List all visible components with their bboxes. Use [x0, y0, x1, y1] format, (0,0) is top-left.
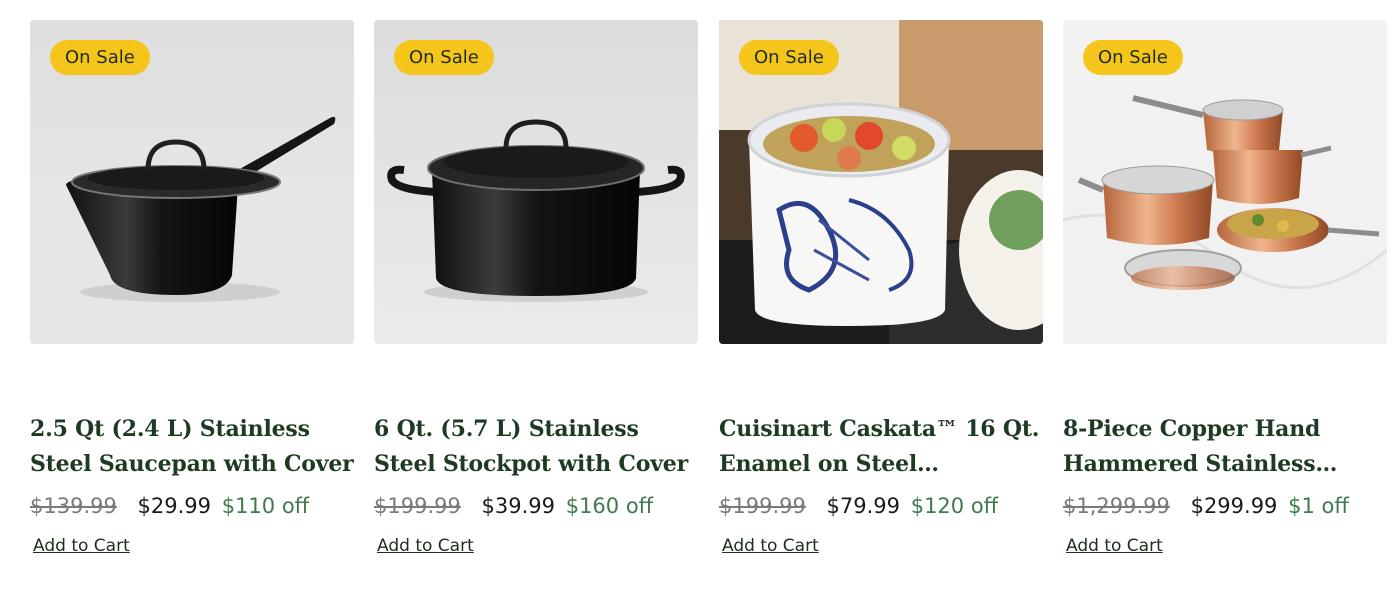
add-to-cart-button[interactable]: Add to Cart: [722, 536, 819, 556]
original-price: $199.99: [719, 494, 806, 518]
on-sale-badge: On Sale: [394, 40, 494, 75]
discount-amount: $120 off: [910, 494, 999, 518]
discount-amount: $110 off: [221, 494, 310, 518]
discount-amount: $160 off: [565, 494, 654, 518]
product-card: On Sale 2.5 Qt (2.4 L) Stainless Steel S…: [30, 20, 354, 556]
on-sale-badge: On Sale: [1083, 40, 1183, 75]
sale-price: $39.99: [481, 494, 556, 518]
product-image-link[interactable]: On Sale: [374, 20, 698, 344]
add-to-cart-button[interactable]: Add to Cart: [33, 536, 130, 556]
original-price: $199.99: [374, 494, 461, 518]
product-card: On Sale 8-Piece Copper Hand Hammered Sta…: [1063, 20, 1387, 556]
discount-amount: $1 off: [1288, 494, 1349, 518]
on-sale-badge: On Sale: [50, 40, 150, 75]
product-image-link[interactable]: On Sale: [1063, 20, 1387, 344]
price-row: $139.99 $29.99 $110 off: [30, 490, 354, 522]
product-grid: On Sale 2.5 Qt (2.4 L) Stainless Steel S…: [0, 0, 1395, 591]
price-row: $199.99 $79.99 $120 off: [719, 490, 1043, 522]
product-card: On Sale Cuisinart Caskata™ 16 Qt. Enamel…: [719, 20, 1043, 556]
product-title-link[interactable]: Cuisinart Caskata™ 16 Qt. Enamel on Stee…: [719, 412, 1043, 484]
add-to-cart-button[interactable]: Add to Cart: [1066, 536, 1163, 556]
product-image-link[interactable]: On Sale: [30, 20, 354, 344]
original-price: $139.99: [30, 494, 117, 518]
sale-price: $29.99: [137, 494, 212, 518]
product-image-link[interactable]: On Sale: [719, 20, 1043, 344]
product-card: On Sale 6 Qt. (5.7 L) Stainless Steel St…: [374, 20, 698, 556]
product-title-link[interactable]: 2.5 Qt (2.4 L) Stainless Steel Saucepan …: [30, 412, 354, 484]
price-row: $1,299.99 $299.99 $1 off: [1063, 490, 1387, 522]
price-row: $199.99 $39.99 $160 off: [374, 490, 698, 522]
sale-price: $79.99: [826, 494, 901, 518]
original-price: $1,299.99: [1063, 494, 1170, 518]
on-sale-badge: On Sale: [739, 40, 839, 75]
product-title-link[interactable]: 6 Qt. (5.7 L) Stainless Steel Stockpot w…: [374, 412, 698, 484]
sale-price: $299.99: [1190, 494, 1278, 518]
product-title-link[interactable]: 8-Piece Copper Hand Hammered Stainless S…: [1063, 412, 1387, 484]
add-to-cart-button[interactable]: Add to Cart: [377, 536, 474, 556]
